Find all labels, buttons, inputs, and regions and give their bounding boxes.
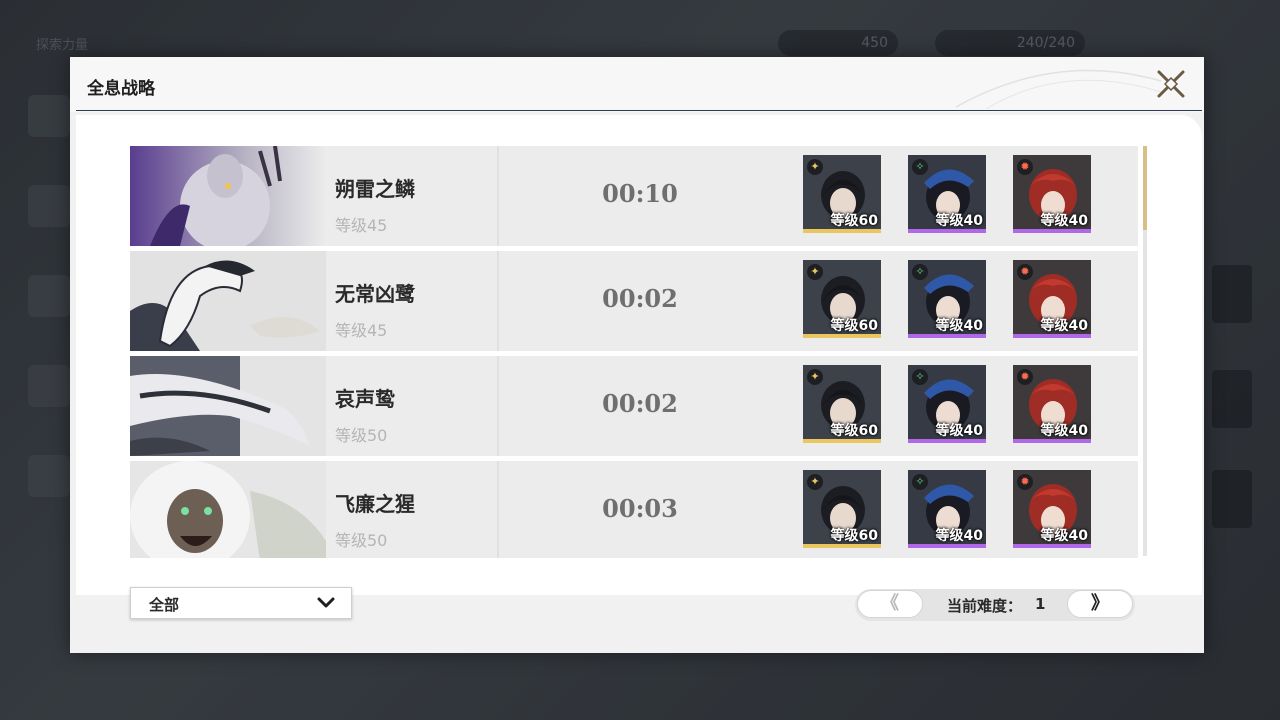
modal-title: 全息战略 <box>87 79 155 99</box>
character-card[interactable]: ✦ 等级60 <box>803 260 881 338</box>
aero-element-icon: ✧ <box>912 159 928 175</box>
previous-difficulty-button[interactable]: 《 <box>857 590 923 618</box>
boss-name: 哀声鸷 <box>335 387 395 411</box>
spectro-element-icon: ✦ <box>807 474 823 490</box>
modal-header: 全息战略 <box>70 57 1204 112</box>
aero-element-icon: ✧ <box>912 474 928 490</box>
character-card[interactable]: ✦ 等级60 <box>803 470 881 548</box>
boss-level: 等级45 <box>335 216 388 235</box>
character-card[interactable]: ✦ 等级60 <box>803 365 881 443</box>
rarity-bar <box>803 229 881 233</box>
boss-portrait <box>130 461 326 558</box>
character-level: 等级40 <box>1040 528 1088 544</box>
row-divider <box>497 251 499 351</box>
character-card[interactable]: ✹ 等级40 <box>1013 365 1091 443</box>
rarity-bar <box>908 439 986 443</box>
boss-level: 等级50 <box>335 531 388 550</box>
rarity-bar <box>1013 544 1091 548</box>
difficulty-value: 1 <box>1035 595 1046 613</box>
close-icon[interactable] <box>1156 69 1186 99</box>
row-divider <box>497 146 499 246</box>
header-divider <box>76 110 1202 111</box>
character-level: 等级40 <box>1040 318 1088 334</box>
clear-time: 00:02 <box>602 284 678 313</box>
character-level: 等级40 <box>935 213 983 229</box>
rarity-bar <box>803 439 881 443</box>
rarity-bar <box>1013 334 1091 338</box>
character-level: 等级60 <box>830 318 878 334</box>
team-lineup: ✦ 等级60 ✧ 等级40 ✹ 等级40 <box>803 260 1093 338</box>
character-card[interactable]: ✧ 等级40 <box>908 470 986 548</box>
team-lineup: ✦ 等级60 ✧ 等级40 ✹ 等级40 <box>803 365 1093 443</box>
rarity-bar <box>1013 439 1091 443</box>
clear-time: 00:10 <box>602 179 678 208</box>
character-level: 等级60 <box>830 423 878 439</box>
character-card[interactable]: ✦ 等级60 <box>803 155 881 233</box>
character-level: 等级60 <box>830 213 878 229</box>
fusion-element-icon: ✹ <box>1017 369 1033 385</box>
spectro-element-icon: ✦ <box>807 159 823 175</box>
rarity-bar <box>803 334 881 338</box>
boss-level: 等级50 <box>335 426 388 445</box>
team-lineup: ✦ 等级60 ✧ 等级40 ✹ 等级40 <box>803 470 1093 548</box>
boss-row[interactable]: 哀声鸷 等级50 00:02 ✦ 等级60 ✧ 等级40 ✹ 等级40 <box>130 356 1138 456</box>
chevron-down-icon <box>317 597 335 608</box>
boss-row[interactable]: 无常凶鹭 等级45 00:02 ✦ 等级60 ✧ 等级40 ✹ 等级40 <box>130 251 1138 351</box>
character-card[interactable]: ✹ 等级40 <box>1013 155 1091 233</box>
boss-row[interactable]: 朔雷之鳞 等级45 00:10 ✦ 等级60 ✧ 等级40 ✹ 等级40 <box>130 146 1138 246</box>
difficulty-label: 当前难度： <box>947 597 1023 615</box>
team-lineup: ✦ 等级60 ✧ 等级40 ✹ 等级40 <box>803 155 1093 233</box>
aero-element-icon: ✧ <box>912 264 928 280</box>
character-card[interactable]: ✧ 等级40 <box>908 365 986 443</box>
clear-time: 00:03 <box>602 494 678 523</box>
character-level: 等级60 <box>830 528 878 544</box>
character-card[interactable]: ✧ 等级40 <box>908 260 986 338</box>
rarity-bar <box>908 544 986 548</box>
spectro-element-icon: ✦ <box>807 264 823 280</box>
difficulty-pager: 《 当前难度： 1 》 <box>855 589 1135 621</box>
boss-name: 无常凶鹭 <box>335 282 415 306</box>
row-divider <box>497 356 499 456</box>
rarity-bar <box>908 229 986 233</box>
next-difficulty-button[interactable]: 》 <box>1067 590 1133 618</box>
boss-portrait <box>130 251 326 351</box>
rarity-bar <box>803 544 881 548</box>
filter-selected-label: 全部 <box>149 596 180 614</box>
character-card[interactable]: ✧ 等级40 <box>908 155 986 233</box>
row-divider <box>497 461 499 558</box>
character-level: 等级40 <box>935 423 983 439</box>
holographic-strategy-modal: 全息战略 朔雷之鳞 等级45 00:10 ✦ 等级60 ✧ 等级40 ✹ 等级4… <box>70 57 1204 653</box>
boss-row[interactable]: 飞廉之猩 等级50 00:03 ✦ 等级60 ✧ 等级40 ✹ 等级40 <box>130 461 1138 558</box>
character-card[interactable]: ✹ 等级40 <box>1013 260 1091 338</box>
boss-name: 朔雷之鳞 <box>335 177 415 201</box>
fusion-element-icon: ✹ <box>1017 474 1033 490</box>
boss-portrait <box>130 356 326 456</box>
character-level: 等级40 <box>1040 213 1088 229</box>
character-level: 等级40 <box>935 528 983 544</box>
rarity-bar <box>1013 229 1091 233</box>
boss-record-list[interactable]: 朔雷之鳞 等级45 00:10 ✦ 等级60 ✧ 等级40 ✹ 等级40 无常凶… <box>130 146 1138 558</box>
rarity-bar <box>908 334 986 338</box>
boss-level: 等级45 <box>335 321 388 340</box>
header-decoration-icon <box>955 69 1165 109</box>
fusion-element-icon: ✹ <box>1017 159 1033 175</box>
aero-element-icon: ✧ <box>912 369 928 385</box>
boss-name: 飞廉之猩 <box>335 492 415 516</box>
character-level: 等级40 <box>935 318 983 334</box>
character-level: 等级40 <box>1040 423 1088 439</box>
clear-time: 00:02 <box>602 389 678 418</box>
list-scrollbar-thumb[interactable] <box>1143 146 1147 230</box>
fusion-element-icon: ✹ <box>1017 264 1033 280</box>
filter-dropdown[interactable]: 全部 <box>130 587 352 619</box>
spectro-element-icon: ✦ <box>807 369 823 385</box>
character-card[interactable]: ✹ 等级40 <box>1013 470 1091 548</box>
boss-portrait <box>130 146 326 246</box>
